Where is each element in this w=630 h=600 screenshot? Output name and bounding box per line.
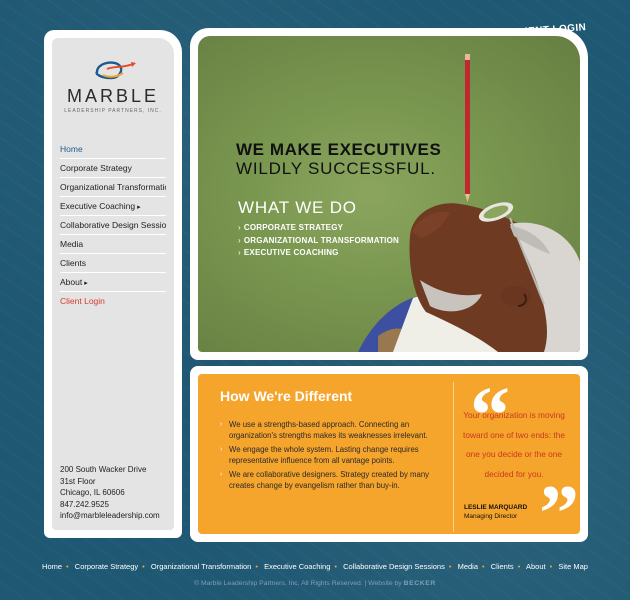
bullet-arrow-icon: › [238, 248, 241, 257]
address-block: 200 South Wacker Drive 31st Floor Chicag… [60, 464, 160, 522]
hero-image: WE MAKE EXECUTIVES WILDLY SUCCESSFUL. WH… [198, 36, 580, 352]
quote-author-name: LESLIE MARQUARD [464, 504, 528, 511]
difference-text: We are collaborative designers. Strategy… [229, 470, 430, 490]
bullet-arrow-icon: › [238, 223, 241, 232]
bullet-arrow-icon: › [220, 421, 223, 428]
address-line3: Chicago, IL 60606 [60, 488, 125, 497]
separator-dot-icon: • [517, 562, 521, 571]
sidebar-panel: MARBLE LEADERSHIP PARTNERS, INC. Home Co… [52, 38, 174, 530]
hero-panel: WE MAKE EXECUTIVES WILDLY SUCCESSFUL. WH… [190, 28, 588, 360]
difference-text: We engage the whole system. Lasting chan… [229, 445, 419, 465]
what-we-do-heading: WHAT WE DO [238, 198, 357, 217]
separator-dot-icon: • [66, 562, 69, 571]
bullet-arrow-icon: › [238, 235, 241, 245]
how-different-content: How We're Different › We use a strengths-… [198, 374, 580, 554]
email-link[interactable]: info@marbleleadership.com [60, 511, 160, 520]
footer-link-about[interactable]: About [526, 562, 546, 571]
nav-label-collaborative-design: Collaborative Design Sessions [60, 220, 166, 230]
footer-link-site-map[interactable]: Site Map [558, 562, 588, 571]
separator-dot-icon: • [255, 562, 258, 571]
nav-item-corporate-strategy[interactable]: Corporate Strategy [60, 159, 166, 178]
difference-points: › We use a strengths-based approach. Conn… [220, 420, 438, 495]
sidebar-nav: Home Corporate Strategy Organizational T… [60, 140, 166, 310]
how-different-title: How We're Different [220, 388, 353, 404]
hero-headline-line1: WE MAKE EXECUTIVES [236, 140, 442, 159]
separator-dot-icon: • [334, 562, 338, 571]
quote-author: LESLIE MARQUARD Managing Director [464, 503, 527, 521]
chevron-right-icon: ▸ [137, 204, 141, 211]
nav-item-client-login[interactable]: Client Login [60, 292, 166, 310]
sidebar: MARBLE LEADERSHIP PARTNERS, INC. Home Co… [44, 30, 182, 538]
service-label: ORGANIZATIONAL TRANSFORMATION [243, 235, 399, 245]
logo-mark-icon [95, 61, 136, 80]
service-label: EXECUTIVE COACHING [243, 248, 339, 257]
separator-dot-icon: • [142, 562, 145, 571]
quote-box: “ Your organization is moving toward one… [453, 376, 579, 554]
hero-headline-line2: WILDLY SUCCESSFUL. [236, 159, 436, 178]
how-different-panel: How We're Different › We use a strengths-… [190, 366, 588, 554]
logo-name: MARBLE [66, 86, 160, 106]
footer-link-collaborative-design[interactable]: Collaborative Design Sessions [343, 562, 445, 571]
nav-item-executive-coaching[interactable]: Executive Coaching ▸ [60, 197, 166, 216]
separator-dot-icon: • [549, 562, 553, 571]
nav-item-organizational-transformation[interactable]: Organizational Transformation [60, 178, 166, 197]
footer-link-clients[interactable]: Clients [491, 562, 514, 571]
nav-item-about[interactable]: About ▸ [60, 273, 166, 292]
service-item[interactable]: › EXECUTIVE COACHING [238, 247, 399, 260]
footer-link-organizational-transformation[interactable]: Organizational Transformation [151, 562, 251, 571]
service-item[interactable]: › ORGANIZATIONAL TRANSFORMATION [238, 235, 399, 248]
footer-nav: Home • Corporate Strategy • Organizational… [0, 562, 630, 571]
logo[interactable]: MARBLE LEADERSHIP PARTNERS, INC. [60, 56, 166, 114]
copyright-text: © Marble Leadership Partners, Inc. All R… [194, 580, 402, 587]
footer-link-executive-coaching[interactable]: Executive Coaching [264, 562, 330, 571]
difference-point: › We are collaborative designers. Strateg… [220, 470, 438, 491]
hero-headline: WE MAKE EXECUTIVES WILDLY SUCCESSFUL. [236, 140, 441, 179]
nav-label-executive-coaching: Executive Coaching [60, 201, 136, 211]
difference-point: › We use a strengths-based approach. Conn… [220, 420, 438, 441]
address-line2: 31st Floor [60, 476, 96, 486]
bullet-arrow-icon: › [220, 446, 223, 453]
service-item[interactable]: › CORPORATE STRATEGY [238, 222, 399, 235]
nav-item-home[interactable]: Home [60, 140, 166, 159]
difference-text: We use a strengths-based approach. Conne… [229, 420, 428, 440]
executive-balancing-pencil-illustration [358, 54, 580, 352]
quote-author-title: Managing Director [464, 513, 518, 520]
close-quote-icon: ” [539, 470, 579, 558]
difference-point: › We engage the whole system. Lasting cha… [220, 445, 438, 466]
phone-number: 847.242.9525 [60, 499, 109, 509]
chevron-right-icon: ▸ [84, 280, 88, 287]
separator-dot-icon: • [448, 562, 452, 571]
services-list: › CORPORATE STRATEGY › ORGANIZATIONAL TRAN… [238, 222, 399, 260]
bullet-arrow-icon: › [220, 471, 223, 478]
footer-link-home[interactable]: Home [42, 562, 62, 571]
designer-credit-link[interactable]: BECKER [404, 580, 436, 587]
address-line1: 200 South Wacker Drive [60, 465, 147, 474]
footer-link-media[interactable]: Media [458, 562, 478, 571]
footer-link-corporate-strategy[interactable]: Corporate Strategy [75, 562, 138, 571]
service-label: CORPORATE STRATEGY [243, 223, 344, 232]
nav-item-media[interactable]: Media [60, 235, 166, 254]
nav-item-collaborative-design[interactable]: Collaborative Design Sessions▸ [60, 216, 166, 235]
logo-tagline: LEADERSHIP PARTNERS, INC. [64, 108, 162, 114]
separator-dot-icon: • [482, 562, 485, 571]
nav-item-clients[interactable]: Clients [60, 254, 166, 273]
nav-label-about: About [60, 277, 83, 287]
copyright: © Marble Leadership Partners, Inc. All R… [0, 580, 630, 587]
